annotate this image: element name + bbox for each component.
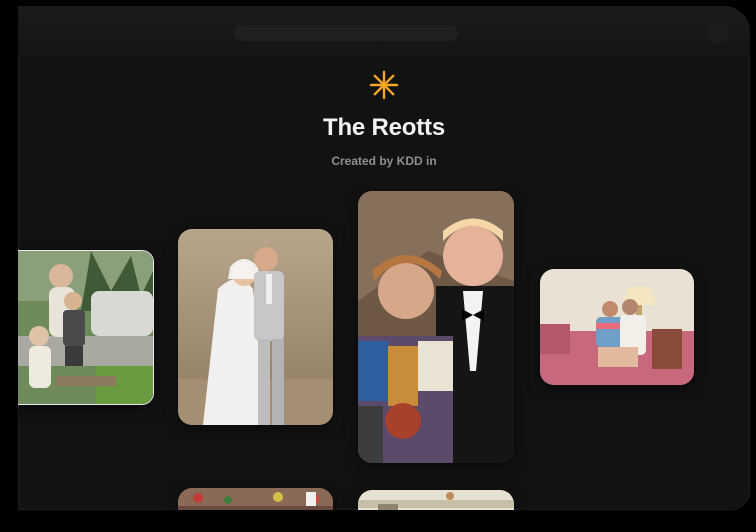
album-header: The Reotts Created by KDD in — [18, 70, 750, 168]
top-bar — [18, 6, 750, 56]
profile-icon[interactable] — [708, 23, 728, 43]
christmas-room-photo[interactable] — [178, 488, 333, 510]
living-room-photo[interactable] — [358, 490, 514, 510]
address-bar[interactable] — [234, 25, 458, 41]
mother-son-tuxedo-photo[interactable] — [358, 191, 514, 463]
family-yard-photo[interactable] — [18, 250, 154, 405]
couch-portrait-photo[interactable] — [540, 269, 694, 385]
album-subtitle: Created by KDD in — [331, 154, 437, 168]
asterisk-icon — [369, 70, 399, 100]
wedding-couple-photo[interactable] — [178, 229, 333, 425]
album-title: The Reotts — [322, 114, 445, 141]
app-window: The Reotts Created by KDD in — [18, 6, 750, 510]
